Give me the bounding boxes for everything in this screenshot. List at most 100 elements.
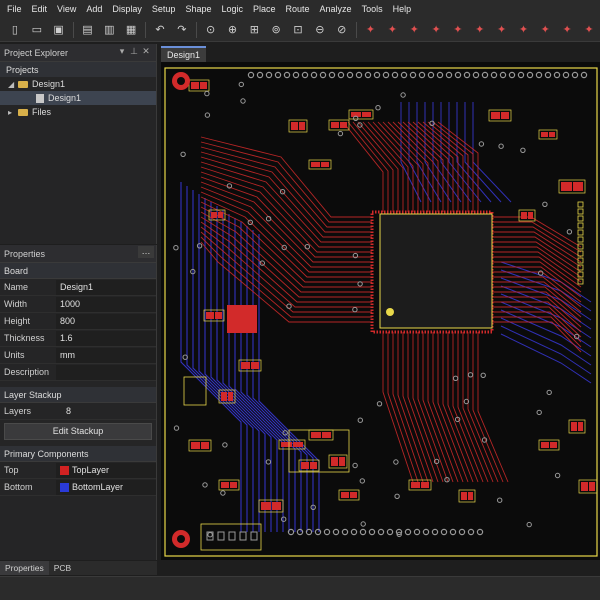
tree-item-design1[interactable]: ◢ Design1 [0, 77, 156, 91]
smd-pad [201, 442, 209, 449]
project-explorer-header: Project Explorer ▾ ⊥ ✕ [0, 44, 156, 62]
route-cross-icon[interactable]: ✦ [405, 21, 423, 39]
menu-file[interactable]: File [2, 0, 27, 18]
component-label: Top [4, 465, 19, 475]
layers-value[interactable]: 8 [56, 404, 156, 419]
tree-item-files[interactable]: ▸ Files [0, 105, 156, 119]
prop-row-thickness: Thickness 1.6 [0, 330, 156, 347]
chevron-right-icon[interactable]: ▸ [8, 108, 18, 117]
prop-thickness-field[interactable]: 1.6 [56, 330, 156, 346]
route-length-icon[interactable]: ✦ [580, 21, 598, 39]
prop-row-units: Units mm [0, 347, 156, 364]
smd-pad [411, 482, 420, 488]
menu-logic[interactable]: Logic [216, 0, 248, 18]
redo-icon[interactable]: ↷ [173, 21, 191, 39]
folder-icon [18, 80, 28, 88]
pcb-board-view[interactable] [161, 62, 600, 560]
smd-pad [191, 82, 199, 89]
smd-pad [191, 442, 200, 449]
ellipsis-button[interactable]: … [138, 246, 154, 258]
tab-pcb[interactable]: PCB [49, 561, 76, 575]
pcb-canvas[interactable] [161, 62, 600, 560]
menu-analyze[interactable]: Analyze [315, 0, 357, 18]
route-bus-icon[interactable]: ✦ [471, 21, 489, 39]
prop-label: Units [4, 350, 25, 360]
prop-height-field[interactable]: 800 [56, 313, 156, 329]
layers-label: Layers [4, 406, 32, 416]
smd-pad [311, 162, 320, 167]
large-pad [227, 305, 257, 333]
layer-color-swatch [60, 482, 69, 492]
open-folder-icon[interactable]: ▭ [28, 21, 46, 39]
zoom-center-icon[interactable]: ⊚ [267, 21, 285, 39]
component-layer-field[interactable]: TopLayer [56, 462, 156, 478]
layers-row: Layers 8 [0, 403, 156, 420]
smd-pad [293, 442, 303, 447]
print-icon[interactable]: ▤ [79, 21, 97, 39]
tree-item-design1[interactable]: Design1 [0, 91, 156, 105]
route-glue-icon[interactable]: ✦ [515, 21, 533, 39]
route-diff-icon[interactable]: ✦ [427, 21, 445, 39]
zoom-in-icon[interactable]: ⊕ [224, 21, 242, 39]
close-icon[interactable]: ✕ [140, 46, 152, 57]
prop-label: Width [4, 299, 28, 309]
smd-pad [310, 462, 317, 469]
prop-width-field[interactable]: 1000 [56, 296, 156, 312]
undo-icon[interactable]: ↶ [151, 21, 169, 39]
menu-place[interactable]: Place [248, 0, 281, 18]
zoom-area-icon[interactable]: ⊡ [289, 21, 307, 39]
zoom-out-icon[interactable]: ⊖ [311, 21, 329, 39]
menu-edit[interactable]: Edit [27, 0, 53, 18]
projects-section: Projects [0, 62, 156, 77]
smd-pad [299, 122, 305, 130]
route-tune-icon[interactable]: ✦ [558, 21, 576, 39]
document-tab-design1[interactable]: Design1 [161, 46, 207, 62]
menu-shape[interactable]: Shape [180, 0, 216, 18]
toolbar-separator [72, 21, 74, 38]
prop-description-field[interactable] [56, 364, 156, 380]
design-file-icon [36, 93, 44, 103]
route-star-icon[interactable]: ✦ [383, 21, 401, 39]
route-push-icon[interactable]: ✦ [493, 21, 511, 39]
smd-pad [501, 112, 509, 119]
component-label: Bottom [4, 482, 33, 492]
smd-pad [341, 492, 349, 498]
tab-properties[interactable]: Properties [0, 561, 49, 575]
zoom-box-icon[interactable]: ⊞ [245, 21, 263, 39]
prop-label: Thickness [4, 333, 45, 343]
prop-units-field[interactable]: mm [56, 347, 156, 363]
new-file-icon[interactable]: ▯ [6, 21, 24, 39]
chevron-down-icon[interactable]: ◢ [8, 80, 18, 89]
layout-icon[interactable]: ▦ [122, 21, 140, 39]
menu-setup[interactable]: Setup [147, 0, 181, 18]
route-slide-icon[interactable]: ✦ [536, 21, 554, 39]
component-row-bottom: Bottom BottomLayer [0, 479, 156, 496]
pin-icon[interactable]: ⊥ [128, 46, 140, 57]
export-icon[interactable]: ▥ [100, 21, 118, 39]
layer-stackup-title: Layer Stackup [0, 387, 156, 403]
layer-name: TopLayer [72, 464, 110, 475]
toolbar-separator [355, 21, 357, 38]
component-layer-field[interactable]: BottomLayer [56, 479, 156, 495]
edit-stackup-button[interactable]: Edit Stackup [4, 423, 152, 440]
save-icon[interactable]: ▣ [50, 21, 68, 39]
smd-pad [573, 182, 583, 191]
zoom-previous-icon[interactable]: ⊘ [333, 21, 351, 39]
projects-section-label: Projects [6, 64, 39, 75]
smd-pad [541, 442, 549, 448]
dropdown-icon[interactable]: ▾ [116, 46, 128, 57]
menu-help[interactable]: Help [388, 0, 417, 18]
menu-display[interactable]: Display [107, 0, 147, 18]
status-bar [0, 576, 600, 600]
route-icon[interactable]: ✦ [362, 21, 380, 39]
route-fanout-icon[interactable]: ✦ [449, 21, 467, 39]
menu-add[interactable]: Add [81, 0, 107, 18]
menu-tools[interactable]: Tools [357, 0, 388, 18]
menu-route[interactable]: Route [281, 0, 315, 18]
prop-name-field[interactable]: Design1 [56, 279, 156, 295]
menu-view[interactable]: View [52, 0, 81, 18]
smd-pad [311, 432, 321, 438]
zoom-fit-icon[interactable]: ⊙ [202, 21, 220, 39]
toolbar-separator [195, 21, 197, 38]
prop-row-height: Height 800 [0, 313, 156, 330]
